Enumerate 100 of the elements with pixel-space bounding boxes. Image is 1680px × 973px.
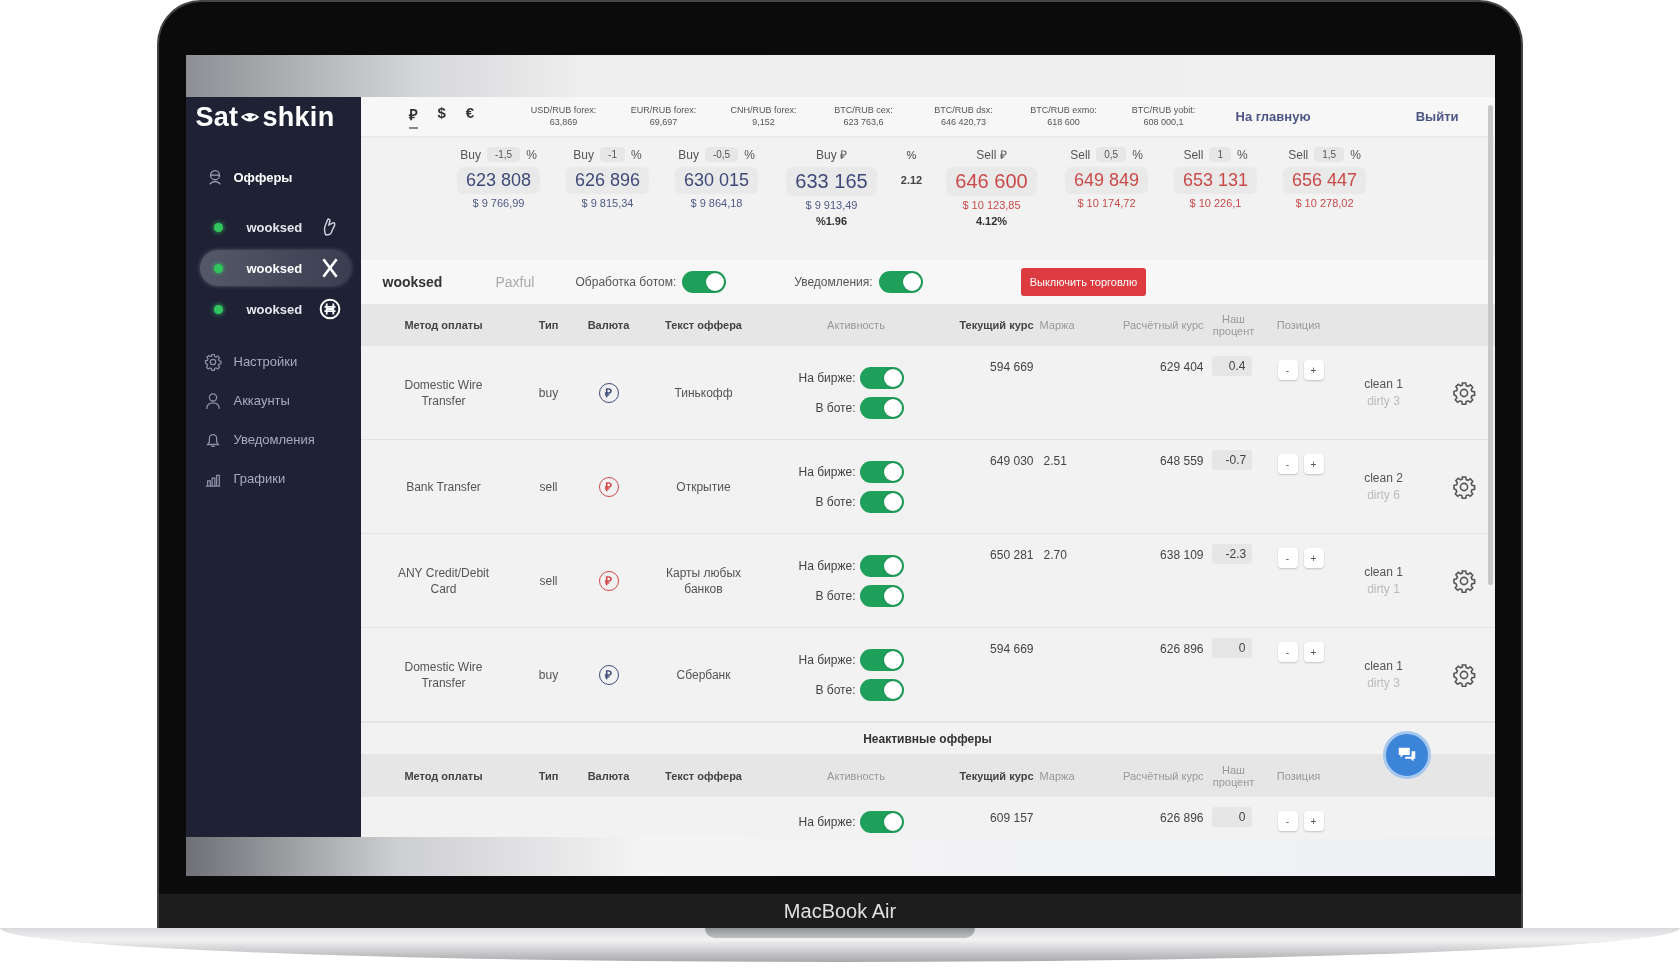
gear-icon[interactable] [1451,380,1476,405]
increase-button[interactable]: + [1303,642,1324,663]
rate-label: CNH/RUB forex: [730,104,797,117]
increase-button[interactable]: + [1303,360,1324,381]
calculated-rate: 626 896 [1160,642,1204,657]
gear-icon[interactable] [203,352,222,371]
toggle-label: Обработка ботом: [575,274,677,289]
gear-icon[interactable] [1451,474,1476,499]
percent-field[interactable]: -1 [600,147,625,163]
stop-trading-button[interactable]: Выключить торговлю [1020,267,1147,296]
price-label: Sell [1288,147,1309,162]
menu-item[interactable]: Графики [185,459,361,498]
offer-text: Тинькофф [674,384,733,401]
exchange-name: Paxful [495,273,536,290]
current-rate: 649 030 [990,454,1034,469]
toggle-switch[interactable] [859,396,904,419]
toggle-switch[interactable] [859,554,904,577]
percent-field[interactable]: 0,5 [1096,147,1127,163]
toggle-switch[interactable] [859,584,904,607]
margin-value: 2.70 [1043,548,1067,563]
spread-percent: 4.12% [975,214,1008,227]
chat-button[interactable] [1382,731,1431,779]
account-item[interactable]: wooksed [199,250,351,286]
usd-price: $ 10 278,02 [1295,196,1354,209]
payment-method: Domestic Wire Transfer [403,658,484,691]
percent-field[interactable]: 0.4 [1211,356,1252,377]
menu-item[interactable]: Настройки [185,342,361,381]
increase-button[interactable]: + [1303,454,1324,475]
percent-field[interactable]: -2.3 [1211,544,1253,565]
toggle-switch[interactable] [859,366,904,389]
menu-label: Настройки [233,354,298,369]
price-label: Sell [1070,147,1091,162]
percent-field[interactable]: 0 [1211,638,1252,659]
currency-tab[interactable]: € [465,103,475,129]
column-header: Активность [826,319,886,332]
percent-field[interactable]: -1,5 [486,147,521,163]
toggle-switch[interactable] [859,460,904,483]
decrease-button[interactable]: - [1277,811,1298,831]
usd-price: $ 9 864,18 [690,196,743,209]
calculated-rate: 648 559 [1160,454,1204,469]
decrease-button[interactable]: - [1277,548,1298,569]
offer-text: Открытие [676,478,731,495]
percent-field[interactable]: 1,5 [1314,147,1345,163]
column-header: Текст оффера [664,769,743,782]
percent-unit: % [744,147,755,162]
offer-type: sell [539,573,558,588]
current-rate: 594 669 [990,642,1034,657]
percent-unit: % [1236,147,1248,162]
home-link[interactable]: На главную [1235,108,1311,124]
toggle-switch[interactable] [859,678,904,701]
column-header: Тип [537,319,560,332]
percent-unit: % [1350,147,1361,162]
rate-value: 9,152 [752,116,775,129]
price-label: Sell ₽ [976,147,1007,164]
decrease-button[interactable]: - [1277,642,1298,663]
menu-label: Графики [233,471,286,486]
currency-tab[interactable]: $ [437,103,446,129]
offer-text: Сбербанк [676,666,731,683]
device-label: MacBook Air [159,894,1521,928]
increase-button[interactable]: + [1303,548,1324,569]
rate-label: BTC/RUB dsx: [934,104,993,117]
account-item[interactable]: wooksed [199,291,351,327]
rate-value: 646 420,73 [940,116,986,129]
toggle-switch[interactable] [878,270,923,293]
gear-icon[interactable] [1451,662,1476,687]
rate-value: 63,869 [549,116,578,129]
current-rate: 650 281 [990,548,1034,563]
toggle-label: На бирже: [798,464,856,479]
price-value: 630 015 [675,167,758,193]
decrease-button[interactable]: - [1277,454,1298,475]
column-header: Позиция [1275,319,1322,332]
calculated-rate: 629 404 [1160,360,1204,375]
account-name: wooksed [382,273,444,290]
menu-item[interactable]: Аккаунты [185,381,361,420]
current-rate: 594 669 [990,360,1034,375]
section-title[interactable]: Офферы [233,169,293,185]
menu-item[interactable]: Уведомления [185,420,361,459]
percent-field[interactable]: 1 [1209,147,1231,163]
price-value: 646 600 [947,167,1036,195]
column-header: Текст оффера [664,319,743,332]
logo-text: Sat [195,101,239,133]
decrease-button[interactable]: - [1277,360,1298,381]
percent-field[interactable]: -0,5 [704,147,739,163]
toggle-switch[interactable] [682,270,727,293]
scrollbar[interactable] [1487,105,1493,585]
gear-icon[interactable] [1451,568,1476,593]
toggle-switch[interactable] [859,811,904,833]
percent-field[interactable]: -0.7 [1211,450,1253,471]
currency-tab[interactable]: ₽ [408,103,418,129]
increase-button[interactable]: + [1303,811,1324,831]
percent-unit: % [630,147,642,162]
logout-link[interactable]: Выйти [1415,108,1459,124]
rate-label: EUR/RUB forex: [630,104,697,117]
toggle-switch[interactable] [859,648,904,671]
toggle-switch[interactable] [859,490,904,513]
column-header: Наш процент [1211,313,1256,338]
percent-field[interactable]: 0 [1211,807,1252,827]
account-item[interactable]: wooksed [199,209,351,245]
rate-value: 623 763,6 [843,116,884,129]
spread-value: 2.12 [900,173,923,186]
